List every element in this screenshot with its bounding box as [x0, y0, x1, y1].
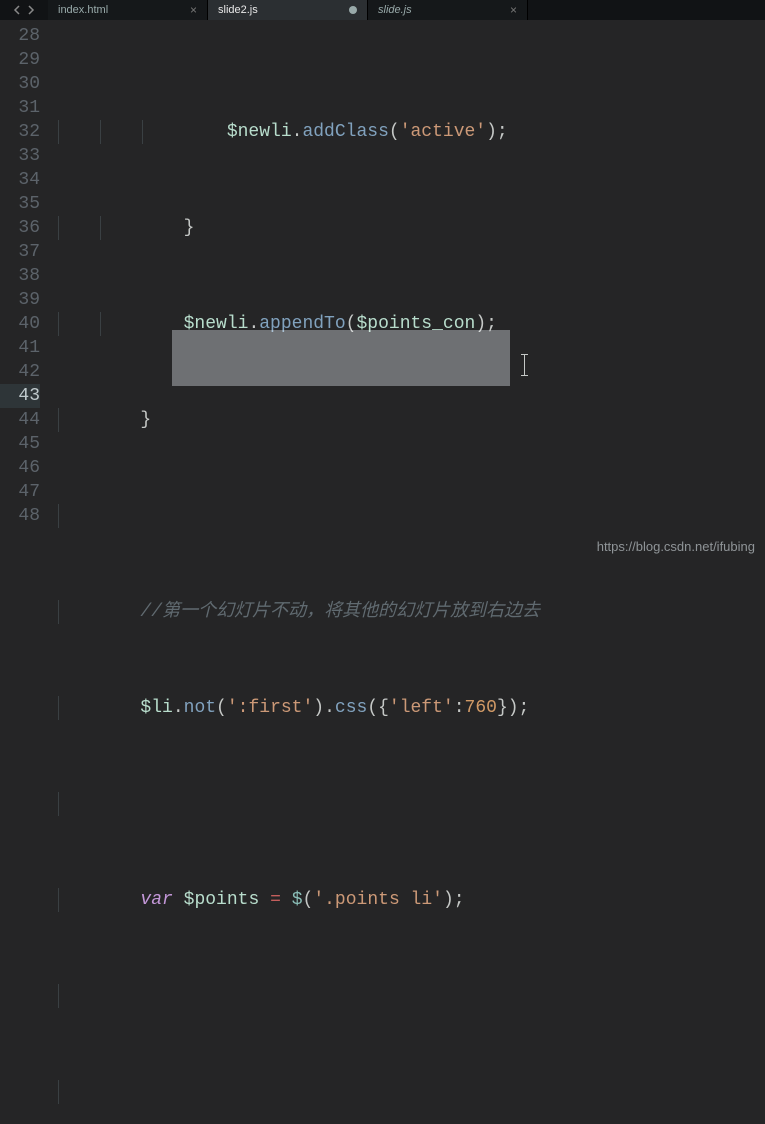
tab-label: slide.js [378, 4, 412, 16]
code-line[interactable]: //第一个幻灯片不动，将其他的幻灯片放到右边去 [54, 600, 765, 624]
code-line[interactable] [54, 792, 765, 816]
tab-slide2-js[interactable]: slide2.js [208, 0, 368, 20]
code-line[interactable] [54, 504, 765, 528]
code-editor[interactable]: 2829303132333435363738394041424344454647… [0, 20, 765, 562]
close-icon[interactable]: × [510, 3, 517, 17]
code-line[interactable]: $newli.appendTo($points_con); [54, 312, 765, 336]
tab-index-html[interactable]: index.html × [48, 0, 208, 20]
text-highlight [172, 330, 510, 386]
code-line[interactable]: $li.not(':first').css({'left':760}); [54, 696, 765, 720]
tab-label: slide2.js [218, 4, 258, 16]
watermark-text: https://blog.csdn.net/ifubing [597, 539, 755, 554]
text-cursor [524, 354, 525, 376]
code-line[interactable]: } [54, 216, 765, 240]
dirty-dot-icon [349, 6, 357, 14]
chevron-left-icon [13, 5, 23, 15]
code-line[interactable]: var $points = $('.points li'); [54, 888, 765, 912]
code-line[interactable] [54, 1080, 765, 1104]
tab-label: index.html [58, 4, 108, 16]
code-line[interactable] [54, 984, 765, 1008]
code-line[interactable]: $newli.addClass('active'); [54, 120, 765, 144]
tab-nav-buttons[interactable] [0, 0, 48, 20]
chevron-right-icon [25, 5, 35, 15]
line-gutter: 2829303132333435363738394041424344454647… [0, 20, 54, 562]
close-icon[interactable]: × [190, 3, 197, 17]
code-line[interactable]: } [54, 408, 765, 432]
tab-slide-js[interactable]: slide.js × [368, 0, 528, 20]
code-area[interactable]: $newli.addClass('active'); } $newli.appe… [54, 20, 765, 562]
tab-bar: index.html × slide2.js slide.js × [0, 0, 765, 20]
